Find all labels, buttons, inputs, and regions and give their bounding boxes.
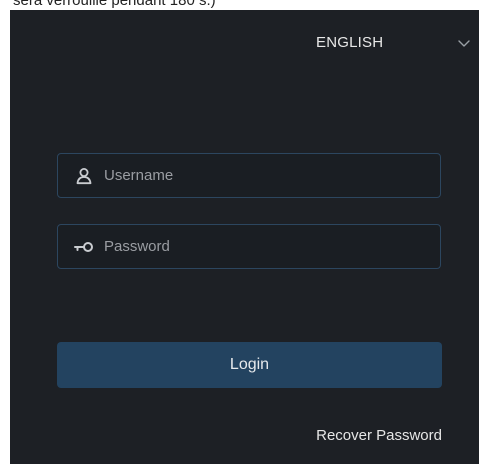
- chevron-down-icon: [457, 36, 471, 50]
- password-field[interactable]: [57, 224, 441, 269]
- user-icon: [74, 166, 94, 186]
- username-input[interactable]: [104, 155, 430, 196]
- page: sera verrouillé pendant 180 s.) ENGLISH: [0, 0, 479, 464]
- recover-password-link[interactable]: Recover Password: [290, 426, 442, 446]
- password-input[interactable]: [104, 226, 430, 267]
- caption-text: sera verrouillé pendant 180 s.): [13, 0, 216, 9]
- login-panel: ENGLISH Username Login Recover Password: [10, 10, 479, 464]
- login-button[interactable]: Login: [57, 342, 442, 388]
- language-selected-label: ENGLISH: [316, 34, 384, 51]
- language-selector[interactable]: ENGLISH: [316, 32, 476, 54]
- username-field[interactable]: [57, 153, 441, 198]
- key-icon: [74, 237, 94, 257]
